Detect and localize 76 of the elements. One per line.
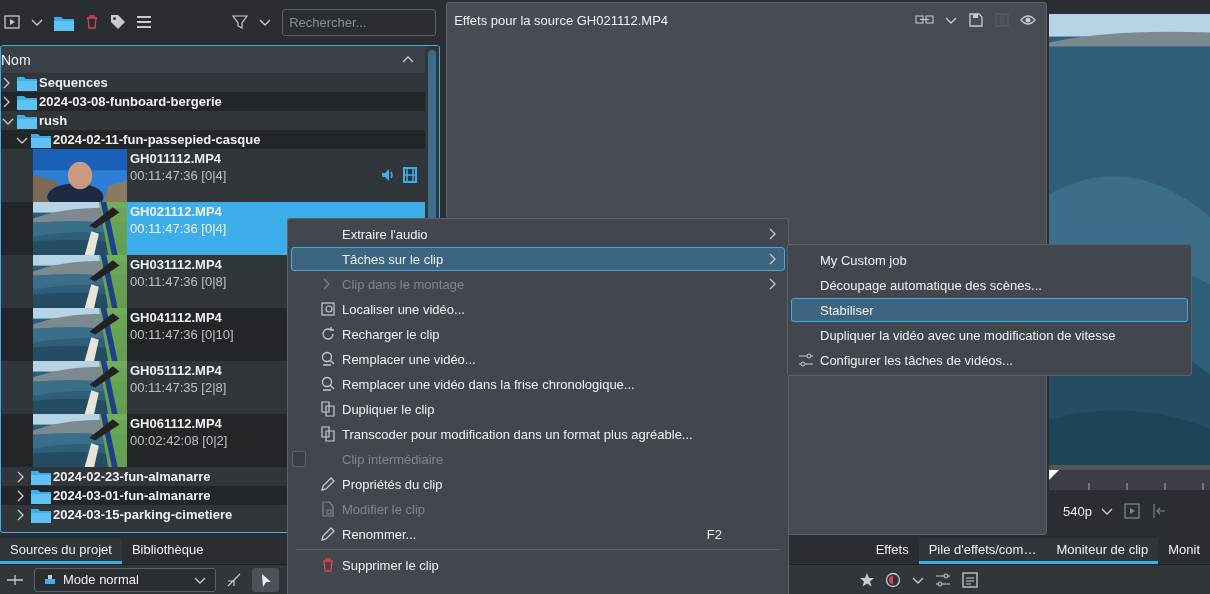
folder-name: Sequences [39, 75, 108, 90]
track-icon [43, 572, 57, 587]
search-icon [320, 376, 336, 392]
clip-duration: 00:02:42:08 [0|2] [130, 432, 228, 450]
folder-icon [17, 112, 37, 129]
eye-icon[interactable] [1020, 12, 1036, 28]
folder-name: rush [39, 113, 68, 128]
folder-icon [31, 468, 51, 485]
folder-icon [31, 131, 51, 148]
menu-item[interactable]: Stabiliser [791, 298, 1188, 322]
resolution-dropdown[interactable]: 540p [1063, 503, 1114, 519]
sliders-icon [798, 352, 814, 368]
search-field[interactable]: Rechercher... [282, 8, 437, 36]
copy-icon [320, 401, 336, 417]
delete-icon[interactable] [84, 14, 100, 30]
add-clip-icon[interactable] [4, 14, 20, 30]
tab[interactable]: Sources du projet [0, 538, 122, 564]
filter-icon[interactable] [232, 14, 249, 30]
document-icon[interactable] [961, 570, 979, 589]
menu-item[interactable]: My Custom job [791, 248, 1188, 272]
panel-title: Effets pour la source GH021112.MP4 [454, 12, 669, 28]
folder-name: 2024-03-01-fun-almanarre [53, 488, 211, 503]
clip-name: GH011112.MP4 [130, 150, 223, 167]
menu-item[interactable]: Tâches sur le clip [291, 247, 785, 271]
folder-row[interactable]: 2024-02-11-fun-passepied-casque [1, 130, 426, 149]
menu-item[interactable]: Découpage automatique des scènes... [791, 273, 1188, 297]
clip-name: GH021112.MP4 [130, 203, 223, 220]
menu-item[interactable]: Remplacer une vidéo dans la frise chronologique... [291, 372, 785, 396]
clip-name: GH031112.MP4 [130, 256, 223, 273]
clip-duration: 00:11:47:36 [0|4] [130, 167, 227, 185]
folder-name: 2024-03-15-parking-cimetiere [53, 507, 233, 522]
column-header-label: Nom [1, 51, 31, 68]
reload-icon [320, 326, 336, 342]
search-icon [320, 351, 336, 367]
razor-icon[interactable] [226, 571, 242, 588]
clip-duration: 00:11:47:35 [2|8] [130, 379, 227, 397]
folder-icon [31, 506, 51, 523]
clip-name: GH051112.MP4 [130, 362, 223, 379]
shortcut-label: F2 [706, 526, 722, 542]
clip-duration: 00:11:47:36 [0|10] [130, 326, 234, 344]
record-icon[interactable] [885, 571, 901, 588]
folder-icon [17, 74, 37, 91]
delete-icon [320, 557, 336, 573]
locate-icon [320, 301, 336, 317]
fit-icon[interactable] [1123, 503, 1140, 519]
menu-item[interactable]: Renommer... F2 [291, 522, 785, 546]
pencil-icon [320, 526, 336, 542]
tab[interactable]: Moniteur de clip [1046, 538, 1159, 564]
save-icon[interactable] [968, 12, 984, 28]
clip-name: GH041112.MP4 [130, 309, 223, 326]
folder-row[interactable]: Sequences [1, 73, 426, 92]
menu-icon[interactable] [136, 14, 152, 30]
clip-duration: 00:11:47:36 [0|4] [130, 220, 227, 238]
column-header[interactable]: Nom [1, 46, 426, 73]
folder-icon [17, 93, 37, 110]
pencil-icon [320, 476, 336, 492]
folder-name: 2024-02-11-fun-passepied-casque [53, 132, 261, 147]
menu-item[interactable]: Supprimer le clip [291, 553, 785, 577]
clip-name: GH061112.MP4 [130, 415, 223, 432]
file-icon [320, 501, 336, 517]
film-icon [403, 167, 418, 183]
folder-icon [31, 487, 51, 504]
tab[interactable]: Pile d'effets/com… [918, 538, 1047, 564]
star-icon[interactable] [859, 571, 875, 588]
mode-dropdown[interactable]: Mode normal [34, 567, 216, 592]
menu-item[interactable]: Configurer les tâches de vidéos... [791, 348, 1188, 372]
menu-item[interactable]: Dupliquer la vidéo avec une modification de vitesse [791, 323, 1188, 347]
folder-name: 2024-03-08-funboard-bergerie [39, 94, 222, 109]
folder-row[interactable]: rush [1, 111, 426, 130]
tag-icon[interactable] [110, 14, 126, 30]
folder-row[interactable]: 2024-03-08-funboard-bergerie [1, 92, 426, 111]
sliders-icon[interactable] [935, 571, 951, 588]
pointer-tool-button[interactable] [252, 567, 279, 592]
copy-icon [320, 426, 336, 442]
clip-duration: 00:11:47:36 [0|8] [130, 273, 227, 291]
folder-name: 2024-02-23-fun-almanarre [53, 469, 211, 484]
